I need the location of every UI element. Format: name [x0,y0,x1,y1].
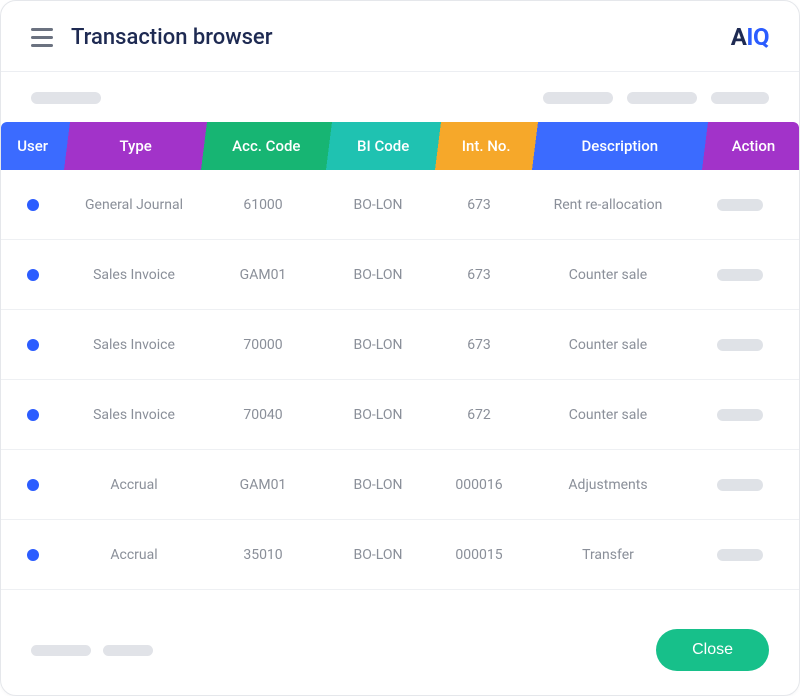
cell-type: Sales Invoice [65,337,203,353]
cell-acc-code: 70040 [203,407,323,423]
cell-int-no: 673 [433,267,525,283]
cell-bi-code: BO-LON [323,337,433,353]
cell-bi-code: BO-LON [323,477,433,493]
cell-acc-code: 61000 [203,197,323,213]
cell-int-no: 673 [433,337,525,353]
cell-type: Accrual [65,477,203,493]
cell-user [1,199,65,211]
footer-placeholder[interactable] [31,645,91,656]
user-status-dot-icon [27,199,39,211]
cell-acc-code: 35010 [203,547,323,563]
brand-logo: AIQ [731,23,769,51]
user-status-dot-icon [27,409,39,421]
cell-type: Accrual [65,547,203,563]
row-action-button[interactable] [717,479,763,491]
cell-user [1,339,65,351]
row-action-button[interactable] [717,409,763,421]
cell-action [691,199,789,211]
row-action-button[interactable] [717,339,763,351]
cell-user [1,269,65,281]
toolbar-placeholder[interactable] [711,92,769,104]
col-header-action[interactable]: Action [708,122,799,170]
cell-int-no: 000016 [433,477,525,493]
cell-acc-code: GAM01 [203,267,323,283]
cell-type: Sales Invoice [65,267,203,283]
toolbar-placeholder[interactable] [627,92,697,104]
table-row[interactable]: General Journal61000BO-LON673Rent re-all… [1,170,799,240]
footer: Close [1,609,799,695]
table-row[interactable]: Sales Invoice70000BO-LON673Counter sale [1,310,799,380]
cell-type: General Journal [65,197,203,213]
table-row[interactable]: Sales InvoiceGAM01BO-LON673Counter sale [1,240,799,310]
row-action-button[interactable] [717,199,763,211]
cell-acc-code: 70000 [203,337,323,353]
cell-bi-code: BO-LON [323,407,433,423]
cell-description: Counter sale [525,407,691,423]
col-header-user[interactable]: User [1,122,64,170]
row-action-button[interactable] [717,269,763,281]
col-header-description[interactable]: Description [538,122,702,170]
table-header-row: User Type Acc. Code BI Code Int. No. Des… [1,122,799,170]
cell-description: Counter sale [525,337,691,353]
cell-int-no: 000015 [433,547,525,563]
toolbar-placeholder[interactable] [543,92,613,104]
cell-action [691,409,789,421]
cell-description: Adjustments [525,477,691,493]
cell-bi-code: BO-LON [323,267,433,283]
close-button[interactable]: Close [656,629,769,671]
cell-bi-code: BO-LON [323,197,433,213]
cell-acc-code: GAM01 [203,477,323,493]
col-header-type[interactable]: Type [70,122,201,170]
user-status-dot-icon [27,549,39,561]
page-title: Transaction browser [71,25,273,50]
cell-action [691,269,789,281]
table-row[interactable]: Sales Invoice70040BO-LON672Counter sale [1,380,799,450]
cell-description: Rent re-allocation [525,197,691,213]
cell-description: Transfer [525,547,691,563]
user-status-dot-icon [27,269,39,281]
menu-icon[interactable] [31,28,53,47]
cell-action [691,479,789,491]
transaction-browser-window: Transaction browser AIQ User Type Acc. C… [0,0,800,696]
footer-placeholder[interactable] [103,645,153,656]
table-row[interactable]: AccrualGAM01BO-LON000016Adjustments [1,450,799,520]
col-header-acc-code[interactable]: Acc. Code [207,122,326,170]
cell-int-no: 673 [433,197,525,213]
cell-action [691,549,789,561]
cell-int-no: 672 [433,407,525,423]
cell-user [1,549,65,561]
col-header-int-no[interactable]: Int. No. [441,122,532,170]
table-row[interactable]: Accrual35010BO-LON000015Transfer [1,520,799,590]
cell-action [691,339,789,351]
cell-user [1,479,65,491]
row-action-button[interactable] [717,549,763,561]
cell-user [1,409,65,421]
toolbar [1,72,799,122]
user-status-dot-icon [27,479,39,491]
cell-bi-code: BO-LON [323,547,433,563]
toolbar-placeholder[interactable] [31,92,101,104]
cell-description: Counter sale [525,267,691,283]
user-status-dot-icon [27,339,39,351]
cell-type: Sales Invoice [65,407,203,423]
col-header-bi-code[interactable]: BI Code [332,122,435,170]
titlebar: Transaction browser AIQ [1,1,799,72]
table-body: General Journal61000BO-LON673Rent re-all… [1,170,799,609]
